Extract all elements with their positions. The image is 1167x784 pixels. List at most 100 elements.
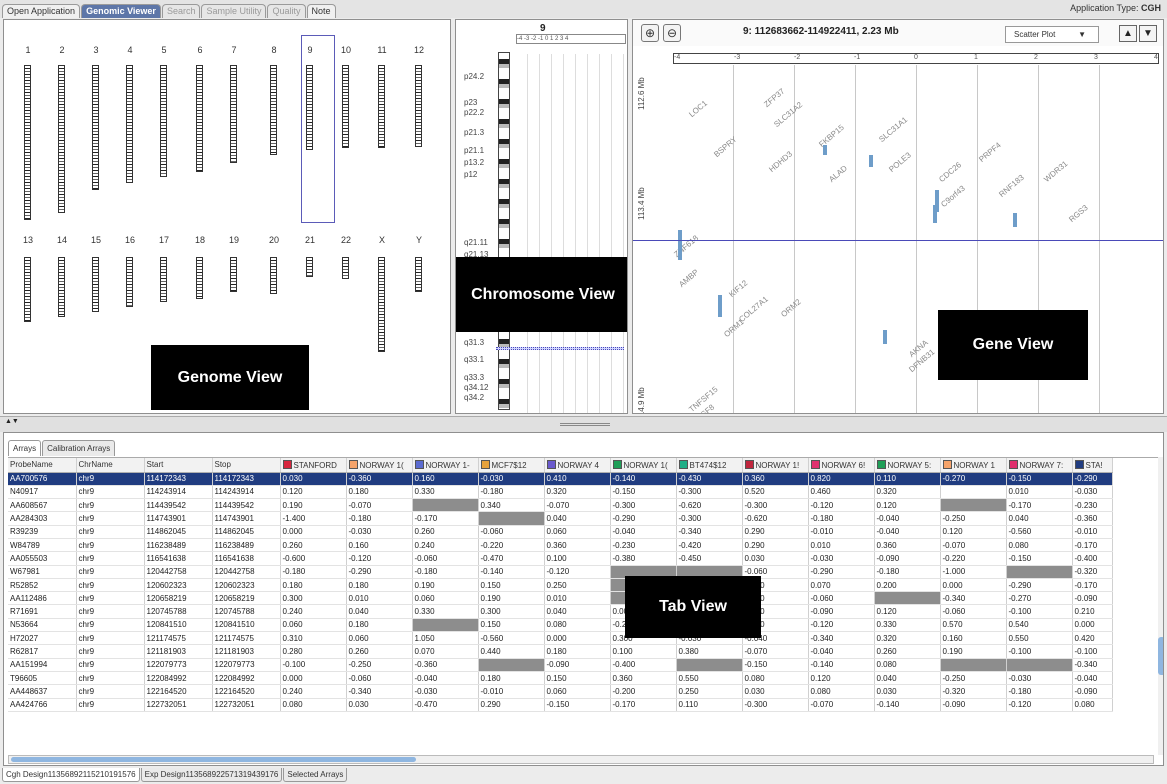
- table-cell[interactable]: 0.080: [280, 698, 347, 712]
- table-cell[interactable]: 0.110: [676, 698, 743, 712]
- table-cell[interactable]: 0.240: [280, 604, 347, 619]
- table-cell[interactable]: 0.010: [808, 538, 875, 553]
- table-cell[interactable]: -0.100: [1006, 644, 1073, 659]
- table-row[interactable]: AA284303 chr9 114743901 114743901 -1.400 -0.1…: [8, 511, 1113, 526]
- table-cell[interactable]: -0.360: [412, 658, 479, 672]
- gene-label[interactable]: WDR31: [1042, 159, 1069, 184]
- table-cell[interactable]: chr9: [76, 485, 145, 500]
- table-cell[interactable]: -0.220: [940, 551, 1007, 566]
- table-cell[interactable]: 0.000: [940, 578, 1007, 593]
- chromosome-ideogram[interactable]: [58, 257, 65, 317]
- table-cell[interactable]: chr9: [76, 538, 145, 553]
- table-cell[interactable]: -0.340: [808, 631, 875, 646]
- table-cell[interactable]: -0.100: [1006, 604, 1073, 619]
- chromosome-label[interactable]: 13: [18, 235, 38, 245]
- table-cell[interactable]: chr9: [76, 591, 145, 606]
- chromosome-label[interactable]: 4: [120, 45, 140, 55]
- table-cell[interactable]: 114439542: [212, 498, 281, 513]
- table-cell[interactable]: 120658219: [144, 591, 213, 606]
- table-cell[interactable]: H72027: [8, 631, 77, 646]
- table-cell[interactable]: 122079773: [144, 658, 213, 672]
- table-cell[interactable]: R71691: [8, 604, 77, 619]
- bottom-tab[interactable]: Cgh Design11356892115210191576: [2, 768, 140, 782]
- table-cell[interactable]: -0.200: [610, 684, 677, 699]
- table-cell[interactable]: 0.250: [676, 684, 743, 699]
- table-cell[interactable]: [478, 511, 545, 526]
- table-cell[interactable]: 0.040: [1006, 511, 1073, 526]
- table-cell[interactable]: -0.010: [478, 684, 545, 699]
- table-cell[interactable]: -0.060: [346, 671, 413, 686]
- column-header[interactable]: Start: [144, 458, 213, 473]
- table-cell[interactable]: 0.040: [544, 511, 611, 526]
- table-cell[interactable]: 120745788: [144, 604, 213, 619]
- chromosome-label[interactable]: 12: [409, 45, 429, 55]
- table-row[interactable]: AA608567 chr9 114439542 114439542 0.190 -0.07…: [8, 498, 1113, 513]
- table-cell[interactable]: -0.010: [808, 525, 875, 539]
- gene-marker[interactable]: [933, 205, 937, 223]
- table-cell[interactable]: -0.120: [808, 498, 875, 513]
- table-cell[interactable]: 0.110: [874, 472, 941, 486]
- table-cell[interactable]: R52852: [8, 578, 77, 593]
- table-cell[interactable]: -0.060: [940, 604, 1007, 619]
- table-cell[interactable]: 114243914: [212, 485, 281, 500]
- column-header[interactable]: NORWAY 1-: [412, 458, 479, 473]
- table-cell[interactable]: 0.080: [544, 618, 611, 633]
- table-cell[interactable]: N40917: [8, 485, 77, 500]
- table-cell[interactable]: 0.240: [280, 684, 347, 699]
- table-cell[interactable]: -0.030: [808, 551, 875, 566]
- table-cell[interactable]: AA608567: [8, 498, 77, 513]
- table-cell[interactable]: chr9: [76, 551, 145, 566]
- table-cell[interactable]: -0.070: [940, 538, 1007, 553]
- table-row[interactable]: AA424766 chr9 122732051 122732051 0.080 0.030…: [8, 698, 1113, 712]
- table-cell[interactable]: 114172343: [144, 472, 213, 486]
- table-cell[interactable]: -0.360: [346, 472, 413, 486]
- table-cell[interactable]: 0.150: [544, 671, 611, 686]
- table-cell[interactable]: 120442758: [144, 565, 213, 579]
- table-cell[interactable]: -0.320: [940, 684, 1007, 699]
- table-cell[interactable]: -0.470: [478, 551, 545, 566]
- table-row[interactable]: AA700576 chr9 114172343 114172343 0.030 -0.36…: [8, 472, 1113, 486]
- bottom-tab[interactable]: Selected Arrays: [283, 768, 348, 782]
- table-row[interactable]: R39239 chr9 114862045 114862045 0.000 -0.030 0…: [8, 525, 1113, 539]
- table-cell[interactable]: -0.030: [412, 684, 479, 699]
- table-cell[interactable]: -0.060: [412, 551, 479, 566]
- gene-label[interactable]: ALAD: [827, 164, 849, 184]
- table-cell[interactable]: 0.180: [346, 578, 413, 593]
- table-cell[interactable]: -0.070: [742, 644, 809, 659]
- table-cell[interactable]: [676, 658, 743, 672]
- table-cell[interactable]: -0.170: [1006, 498, 1073, 513]
- table-cell[interactable]: -0.030: [1072, 485, 1113, 500]
- table-cell[interactable]: 0.330: [412, 485, 479, 500]
- table-cell[interactable]: -0.270: [940, 472, 1007, 486]
- table-cell[interactable]: 0.070: [808, 578, 875, 593]
- table-cell[interactable]: -0.140: [874, 698, 941, 712]
- table-row[interactable]: W67981 chr9 120442758 120442758 -0.180 -0.290…: [8, 565, 1113, 579]
- table-cell[interactable]: -0.270: [1006, 591, 1073, 606]
- table-cell[interactable]: T96605: [8, 671, 77, 686]
- table-row[interactable]: H72027 chr9 121174575 121174575 0.310 0.060 1.…: [8, 631, 1113, 646]
- table-row[interactable]: AA151994 chr9 122079773 122079773 -0.100 -0.2…: [8, 658, 1113, 672]
- zoom-out-button[interactable]: ⊖: [663, 24, 681, 42]
- table-cell[interactable]: 0.120: [874, 498, 941, 513]
- table-cell[interactable]: 0.080: [1072, 698, 1113, 712]
- table-cell[interactable]: chr9: [76, 671, 145, 686]
- gene-marker[interactable]: [823, 145, 827, 155]
- table-cell[interactable]: -0.030: [478, 472, 545, 486]
- table-cell[interactable]: -0.040: [874, 511, 941, 526]
- subtab-calibration-arrays[interactable]: Calibration Arrays: [42, 440, 116, 456]
- table-cell[interactable]: 0.210: [1072, 604, 1113, 619]
- column-header[interactable]: NORWAY 5:: [874, 458, 941, 473]
- gene-label[interactable]: ZNF618: [672, 234, 700, 259]
- table-cell[interactable]: -0.170: [1072, 538, 1113, 553]
- table-cell[interactable]: 0.320: [874, 485, 941, 500]
- table-row[interactable]: N53664 chr9 120841510 120841510 0.060 0.180 0.…: [8, 618, 1113, 633]
- table-cell[interactable]: chr9: [76, 644, 145, 659]
- table-cell[interactable]: -0.120: [808, 618, 875, 633]
- chromosome-ideogram[interactable]: [270, 65, 277, 155]
- chromosome-label[interactable]: 5: [154, 45, 174, 55]
- table-cell[interactable]: 121181903: [212, 644, 281, 659]
- gene-label[interactable]: CDC26: [937, 160, 963, 184]
- table-cell[interactable]: -0.090: [808, 604, 875, 619]
- table-cell[interactable]: 0.190: [940, 644, 1007, 659]
- chromosome-label[interactable]: 18: [190, 235, 210, 245]
